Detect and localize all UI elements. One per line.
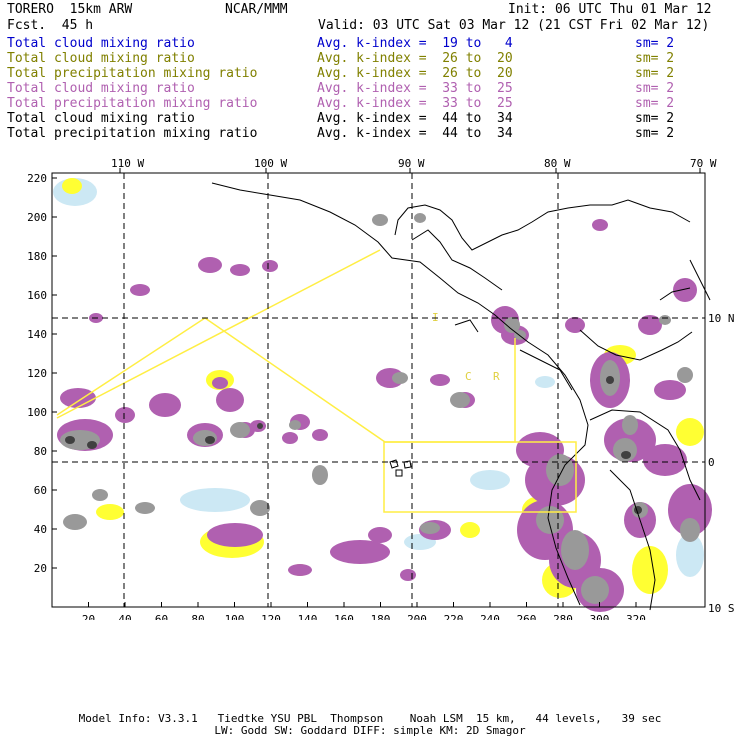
- y-tick-label: 200: [27, 211, 47, 224]
- y-tick-label: 100: [27, 406, 47, 419]
- lon-label: 100 W: [254, 157, 287, 170]
- x-tick-label: 160: [334, 613, 354, 620]
- x-tick-label: 220: [444, 613, 464, 620]
- x-tick-label: 280: [553, 613, 573, 620]
- y-tick-label: 20: [34, 562, 47, 575]
- cloud-field: [53, 178, 712, 612]
- y-tick-label: 40: [34, 523, 47, 536]
- lon-label: 90 W: [398, 157, 425, 170]
- y-tick-label: 60: [34, 484, 47, 497]
- x-tick-label: 80: [191, 613, 204, 620]
- model-title: TORERO 15km ARW: [7, 2, 133, 17]
- x-tick-label: 260: [517, 613, 537, 620]
- y-tick-label: 120: [27, 367, 47, 380]
- valid-time: Valid: 03 UTC Sat 03 Mar 12 (21 CST Fri …: [318, 18, 710, 33]
- region-label: C: [465, 370, 472, 383]
- region-label: R: [493, 370, 500, 383]
- x-tick-label: 20: [82, 613, 95, 620]
- lat-label: 0: [708, 456, 715, 469]
- y-tick-label: 160: [27, 289, 47, 302]
- x-tick-label: 320: [626, 613, 646, 620]
- lon-label: 70 W: [690, 157, 717, 170]
- x-tick-label: 100: [225, 613, 245, 620]
- model-physics: LW: Godd SW: Goddard DIFF: simple KM: 2D…: [214, 724, 526, 737]
- x-tick-label: 120: [261, 613, 281, 620]
- x-tick-label: 240: [480, 613, 500, 620]
- x-tick-label: 300: [590, 613, 610, 620]
- forecast-map: 110 W 100 W 90 W 80 W 70 W I C R 10 N 0 …: [27, 157, 735, 620]
- init-time: Init: 06 UTC Thu 01 Mar 12: [508, 2, 712, 17]
- lat-label: 10 S: [708, 602, 735, 615]
- x-tick-label: 140: [298, 613, 318, 620]
- forecast-hour: Fcst. 45 h: [7, 18, 94, 33]
- x-tick-label: 40: [118, 613, 131, 620]
- x-tick-label: 180: [371, 613, 391, 620]
- y-tick-label: 140: [27, 328, 47, 341]
- lon-label: 110 W: [111, 157, 144, 170]
- y-tick-label: 80: [34, 445, 47, 458]
- x-tick-label: 200: [407, 613, 427, 620]
- lon-label: 80 W: [544, 157, 571, 170]
- lat-label: 10 N: [708, 312, 735, 325]
- x-tick-label: 60: [155, 613, 168, 620]
- y-tick-label: 220: [27, 172, 47, 185]
- y-tick-label: 180: [27, 250, 47, 263]
- org-label: NCAR/MMM: [225, 2, 288, 17]
